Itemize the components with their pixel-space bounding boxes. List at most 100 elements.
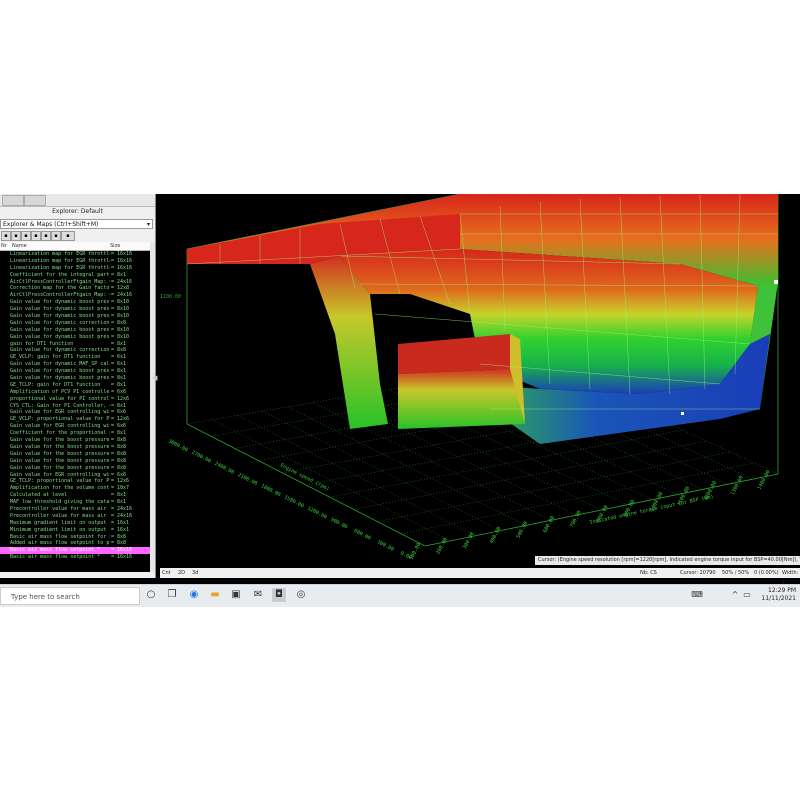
list-item[interactable]: Gain value for dynamic boost pressure a=… [0,313,150,320]
list-item[interactable]: Gain value for EGR controlling with the=… [0,409,150,416]
list-item[interactable]: Gain value for dynamic boost pressure a=… [0,368,150,375]
list-item[interactable]: MAF low threshold giving the catalyst pr… [0,499,150,506]
toolbar-button[interactable] [2,195,24,206]
list-item[interactable]: Correction map for the Gain factor for t… [0,285,150,292]
store-icon[interactable]: ▣ [229,588,243,602]
list-item[interactable]: GE_TCLP: proportional value for PI cont=… [0,478,150,485]
filter-button[interactable]: ▪ [61,231,75,241]
toolbar-button[interactable] [24,195,46,206]
list-item[interactable]: proportional value for PI controller = 12… [0,396,150,403]
list-item[interactable]: Gain value for the boost pressure PI cor… [0,437,150,444]
cursor-marker[interactable] [774,280,778,284]
map-size: = 8x1 [111,492,127,499]
task-view-icon[interactable]: ❐ [165,588,179,602]
filter-button[interactable]: ▪ [31,231,41,241]
map-name: Linearization map for EGR throttle [10,257,110,264]
taskbar-search-input[interactable]: Type here to search [0,587,140,605]
column-name[interactable]: Name [12,242,27,250]
list-item[interactable]: Gain value for dynamic boost pressure a=… [0,299,150,306]
map-size: = 8x10 [111,326,130,333]
clock[interactable]: 12:29 PM 11/11/2021 [761,587,796,603]
map-size: = 8x8 [111,347,127,354]
map-size: = 24x16 [111,505,133,512]
tab-3d[interactable]: 3d [192,568,198,578]
list-item[interactable]: Gain value for dynamic MAF_SP calculati=… [0,361,150,368]
list-item[interactable]: Coefficient for the integral part of the… [0,272,150,279]
cursor-status: Cursor: (Engine speed resolution [rpm]=1… [535,556,800,565]
list-item[interactable]: gain for DT1 function = 8x1 [0,341,150,348]
app-icon-2[interactable]: ◎ [294,588,308,602]
list-item[interactable]: AirCtlPressControllerFtgain_Map: Control… [0,279,150,286]
map-size: = 24x16 [111,278,133,285]
map-size: = 8x8 [111,319,127,326]
list-item[interactable]: Basic air mass flow setpoint * = 16x16 [0,554,150,561]
map-name: gain for DT1 function [10,340,74,347]
list-item[interactable]: GE_TCLP: gain for DT1 function = 8x1 [0,382,150,389]
list-item[interactable]: Gain value for the boost pressure PI cor… [0,451,150,458]
map-name: Gain value for EGR controlling with the [10,471,110,478]
list-item[interactable]: Gain value for dynamic correction of boo… [0,347,150,354]
mail-icon[interactable]: ✉ [251,588,265,602]
list-item[interactable]: Added air mass flow setpoint to protect=… [0,540,150,547]
edge-icon[interactable]: ◉ [187,588,201,602]
list-item[interactable]: Calculated at level = 8x1 [0,492,150,499]
list-item[interactable]: Gain value for EGR controlling with the=… [0,472,150,479]
map-size: = 8x8 [111,457,127,464]
list-item[interactable]: Coefficient for the proportional part of… [0,430,150,437]
tab-cnt[interactable]: Cnt [162,568,171,578]
list-item[interactable]: Amplification of PCV PI controller = 6x6 [0,389,150,396]
list-item[interactable]: Gain value for dynamic boost pressure a=… [0,306,150,313]
map-size: = 8x8 [111,443,127,450]
list-item[interactable]: Linearization map for EGR throttle = 16x1… [0,265,150,272]
keyboard-icon[interactable]: ⌨ [690,588,704,602]
list-scrollbar[interactable] [150,242,155,572]
chevron-down-icon[interactable]: ▾ [147,220,150,230]
list-item[interactable]: Gain value for the boost pressure PI cor… [0,444,150,451]
collapse-arrow-icon[interactable]: ◀ [152,374,157,382]
list-item[interactable]: Maximum gradient limit on output signal=… [0,520,150,527]
file-explorer-icon[interactable]: ▬ [208,588,222,602]
clock-date: 11/11/2021 [761,595,796,602]
list-item[interactable]: Basic air mass flow setpoint for EGR = 8x… [0,534,150,541]
cursor-marker[interactable] [681,412,684,415]
list-item[interactable]: GE_VCLP: proportional value for PI cont=… [0,416,150,423]
map-size: = 8x1 [111,402,127,409]
tab-2d[interactable]: 2D [178,568,185,578]
filter-button[interactable]: ▪ [41,231,51,241]
list-item[interactable]: Precontroller value for mass air flow in… [0,506,150,513]
column-no[interactable]: Nr [1,242,7,250]
filter-button[interactable]: ▪ [11,231,21,241]
list-item[interactable]: Gain value for dynamic correction of boo… [0,320,150,327]
map-name: Basic air mass flow setpoint * [10,547,101,554]
list-item[interactable]: Gain value for dynamic boost pressure a=… [0,334,150,341]
filter-buttons: ▪ ▪ ▪ ▪ ▪ ▪ ▪ [0,231,155,241]
list-item[interactable]: Gain value for dynamic boost pressure a=… [0,375,150,382]
map-name: Gain value for the boost pressure PI cor [10,457,110,464]
list-item[interactable]: Linearization map for EGR throttle = 16x1… [0,251,150,258]
map-size: = 8x8 [111,437,127,444]
list-item[interactable]: Gain value for the boost pressure PI cor… [0,458,150,465]
network-icon[interactable]: ▭ [740,588,754,602]
app-icon[interactable]: ◘ [272,588,286,602]
list-item[interactable]: Precontroller value for mass air flow in… [0,513,150,520]
map-size: = 8x1 [111,368,127,375]
list-item[interactable]: Gain value for the boost pressure PI cor… [0,465,150,472]
list-item[interactable]: Amplification for the volume control val… [0,485,150,492]
filter-button[interactable]: ▪ [51,231,61,241]
list-item[interactable]: Minimum gradient limit on output signal=… [0,527,150,534]
explorer-dropdown[interactable]: Explorer & Maps (Ctrl+Shift+M) ▾ [0,219,153,229]
list-item[interactable]: CYS_CTL: Gain for PI Controller, depen= … [0,403,150,410]
map-size: = 24x16 [111,512,133,519]
filter-button[interactable]: ▪ [21,231,31,241]
map-name: AirCtlPressControllerFtgain_Map: Control… [10,292,110,299]
list-item[interactable]: Gain value for dynamic boost pressure a=… [0,327,150,334]
list-item[interactable]: GE_VCLP: gain for DT1 function = 6x1 [0,354,150,361]
column-size[interactable]: Size [110,242,120,250]
filter-button[interactable]: ▪ [1,231,11,241]
list-item[interactable]: Gain value for EGR controlling with the=… [0,423,150,430]
list-item[interactable]: Linearization map for EGR throttle = 16x1… [0,258,150,265]
list-item[interactable]: AirCtlPressControllerFtgain_Map: Control… [0,292,150,299]
cortana-icon[interactable]: ○ [144,588,158,602]
list-item[interactable]: Basic air mass flow setpoint * = 16x16 [0,547,150,555]
3d-map-plot[interactable]: 1100.00 3000.00 2700.00 2400.00 2100.00 1800… [160,193,800,568]
